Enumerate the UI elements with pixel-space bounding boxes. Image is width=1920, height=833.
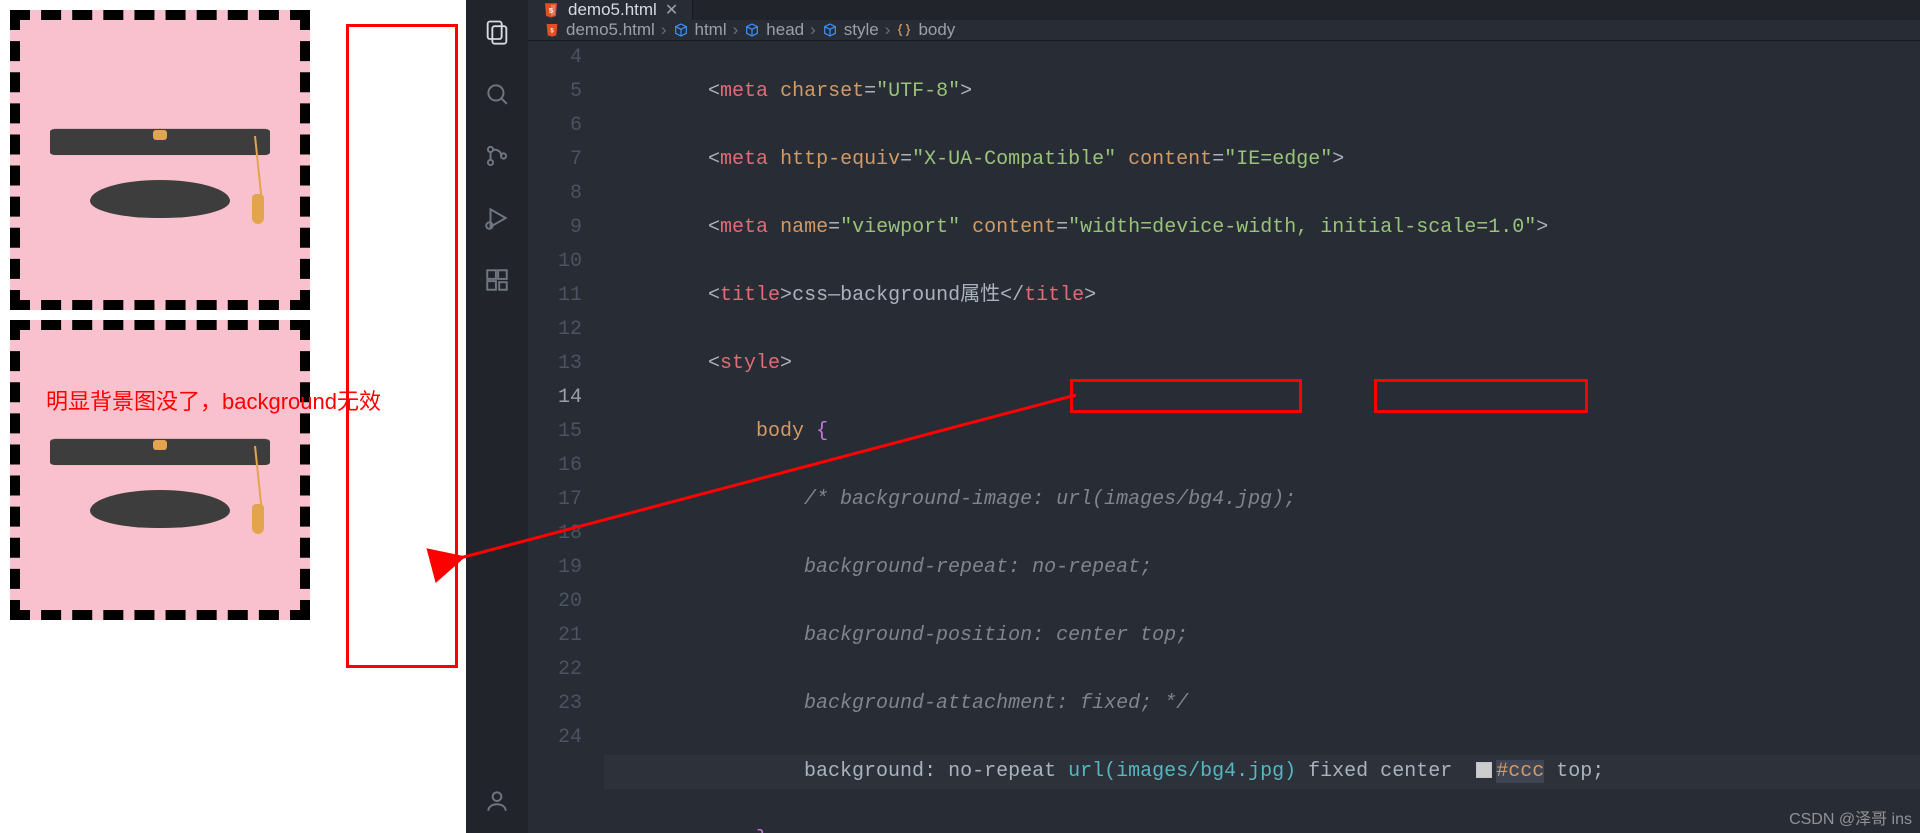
close-icon[interactable]: ✕ — [665, 0, 678, 20]
editor: 5 demo5.html ✕ 5 demo5.html › html › hea… — [466, 0, 1920, 833]
html-file-icon: 5 — [544, 22, 560, 38]
annotation-rect — [346, 24, 458, 668]
color-swatch-ccc — [1476, 762, 1492, 778]
preview-box-1 — [10, 10, 310, 310]
search-icon[interactable] — [483, 80, 511, 108]
browser-preview: 明显背景图没了，background无效 — [0, 0, 466, 833]
extensions-icon[interactable] — [483, 266, 511, 294]
run-debug-icon[interactable] — [483, 204, 511, 232]
explorer-icon[interactable] — [483, 18, 511, 46]
annotation-url-box — [1070, 379, 1302, 413]
cube-icon — [744, 22, 760, 38]
crumb-style[interactable]: style — [844, 20, 879, 40]
chevron-right-icon: › — [733, 20, 739, 40]
code-content[interactable]: <meta charset="UTF-8"> <meta http-equiv=… — [604, 41, 1920, 833]
chevron-right-icon: › — [810, 20, 816, 40]
svg-text:5: 5 — [549, 6, 553, 15]
tab-bar: 5 demo5.html ✕ — [528, 0, 1920, 20]
activity-bar — [466, 0, 528, 833]
hat-image — [60, 90, 260, 230]
tab-demo5[interactable]: 5 demo5.html ✕ — [528, 0, 693, 20]
cube-icon — [673, 22, 689, 38]
preview-box-2 — [10, 320, 310, 620]
brace-icon — [896, 22, 912, 38]
hat-image — [60, 400, 260, 540]
crumb-body[interactable]: body — [918, 20, 955, 40]
crumb-html[interactable]: html — [695, 20, 727, 40]
breadcrumb[interactable]: 5 demo5.html › html › head › style › bod… — [528, 20, 1920, 41]
annotation-color-box — [1374, 379, 1588, 413]
editor-main: 5 demo5.html ✕ 5 demo5.html › html › hea… — [528, 0, 1920, 833]
line-gutter: 456789101112131415161718192021222324 — [528, 41, 604, 833]
cube-icon — [822, 22, 838, 38]
crumb-head[interactable]: head — [766, 20, 804, 40]
root: 明显背景图没了，background无效 — [0, 0, 1920, 833]
tab-filename: demo5.html — [568, 0, 657, 20]
source-control-icon[interactable] — [483, 142, 511, 170]
chevron-right-icon: › — [885, 20, 891, 40]
annotation-text: 明显背景图没了，background无效 — [46, 384, 381, 416]
html-file-icon: 5 — [542, 1, 560, 19]
account-icon[interactable] — [483, 787, 511, 815]
code-area[interactable]: 456789101112131415161718192021222324 <me… — [528, 41, 1920, 833]
chevron-right-icon: › — [661, 20, 667, 40]
crumb-file[interactable]: demo5.html — [566, 20, 655, 40]
